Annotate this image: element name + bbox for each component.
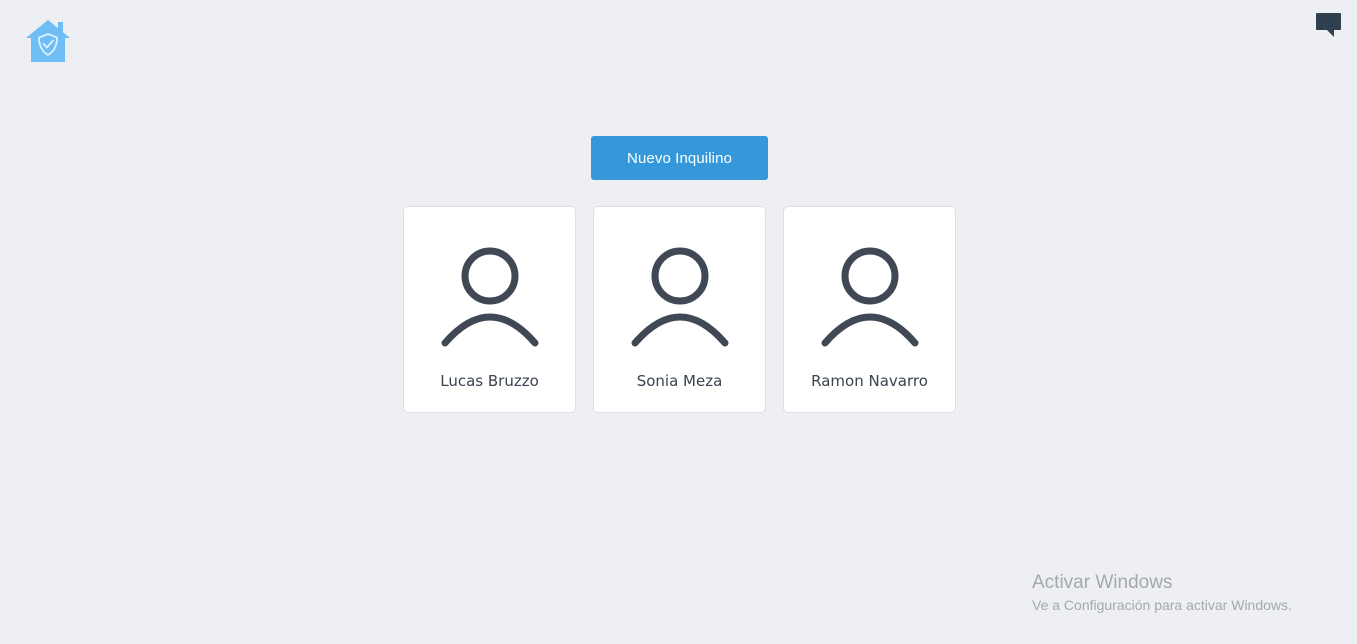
app-logo[interactable] <box>25 19 71 63</box>
tenant-card[interactable]: Ramon Navarro <box>783 206 956 413</box>
watermark-title: Activar Windows <box>1032 572 1173 593</box>
new-tenant-button[interactable]: Nuevo Inquilino <box>591 136 768 180</box>
windows-activation-watermark: Activar Windows Ve a Configuración para … <box>1032 572 1292 613</box>
chat-bubble-icon <box>1316 13 1341 37</box>
tenant-name: Sonia Meza <box>636 372 723 390</box>
watermark-subtitle: Ve a Configuración para activar Windows. <box>1032 597 1292 613</box>
user-icon <box>821 247 919 347</box>
house-shield-icon <box>26 20 70 62</box>
tenant-list: Lucas Bruzzo Sonia Meza Ramon Navarro <box>403 206 956 413</box>
user-icon <box>631 247 729 347</box>
tenant-card[interactable]: Lucas Bruzzo <box>403 206 576 413</box>
tenant-card[interactable]: Sonia Meza <box>593 206 766 413</box>
chat-button[interactable] <box>1315 12 1342 38</box>
tenant-name: Lucas Bruzzo <box>440 372 539 390</box>
user-icon <box>441 247 539 347</box>
tenant-name: Ramon Navarro <box>811 372 928 390</box>
